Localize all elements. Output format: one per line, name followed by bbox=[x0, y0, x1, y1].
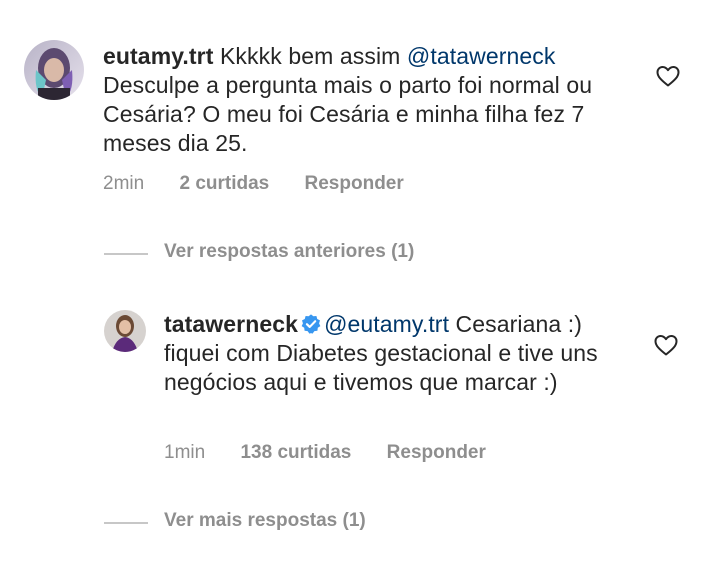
view-more-replies-button[interactable]: Ver mais respostas (1) bbox=[164, 510, 366, 532]
likes-count[interactable]: 2 curtidas bbox=[179, 173, 269, 195]
likes-count[interactable]: 138 curtidas bbox=[240, 442, 351, 464]
avatar[interactable] bbox=[104, 310, 146, 352]
comment-username[interactable]: eutamy.trt bbox=[103, 43, 214, 69]
comment-text-part: Kkkkk bem assim bbox=[213, 43, 407, 69]
reply-username[interactable]: tatawerneck bbox=[164, 311, 298, 337]
reply-text: tatawerneck @eutamy.trt Cesariana :) fiqu… bbox=[164, 310, 614, 397]
heart-outline-icon[interactable] bbox=[655, 64, 681, 88]
avatar[interactable] bbox=[24, 40, 84, 100]
mention-link[interactable]: @eutamy.trt bbox=[324, 311, 449, 337]
comment-time: 2min bbox=[103, 173, 145, 194]
comment-text: eutamy.trt Kkkkk bem assim @tatawerneck … bbox=[103, 42, 603, 158]
thread-line bbox=[104, 522, 148, 524]
reply-meta: 1min 138 curtidas Responder bbox=[164, 442, 486, 464]
avatar-image bbox=[24, 40, 84, 100]
reply-button[interactable]: Responder bbox=[305, 173, 404, 195]
mention-link[interactable]: @tatawerneck bbox=[407, 43, 556, 69]
reply-button[interactable]: Responder bbox=[387, 442, 486, 464]
thread-line bbox=[104, 253, 148, 255]
verified-badge-icon bbox=[301, 314, 321, 334]
reply-time: 1min bbox=[164, 442, 206, 463]
heart-outline-icon[interactable] bbox=[653, 333, 679, 357]
view-previous-replies-button[interactable]: Ver respostas anteriores (1) bbox=[164, 241, 414, 263]
comment-text-part: Desculpe a pergunta mais o parto foi nor… bbox=[103, 72, 593, 156]
comment-meta: 2min 2 curtidas Responder bbox=[103, 173, 404, 195]
avatar-image bbox=[104, 310, 146, 352]
